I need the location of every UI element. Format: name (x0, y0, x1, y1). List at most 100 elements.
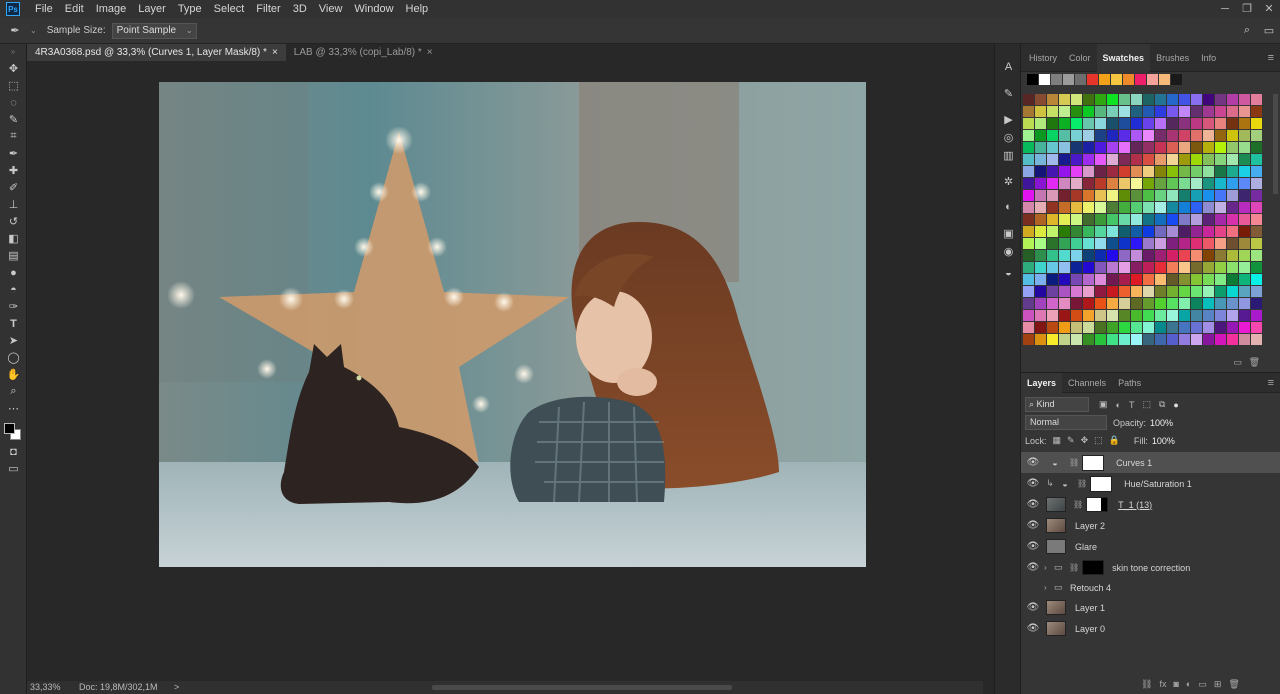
swatch[interactable] (1167, 334, 1178, 345)
swatch[interactable] (1083, 202, 1094, 213)
visibility-eye-icon[interactable]: 👁 (1022, 562, 1044, 573)
tab-document-1[interactable]: 4R3A0368.psd @ 33,3% (Curves 1, Layer Ma… (27, 44, 286, 61)
swatch[interactable] (1155, 310, 1166, 321)
swatch[interactable] (1179, 166, 1190, 177)
swatch[interactable] (1227, 322, 1238, 333)
color-swatches[interactable] (0, 417, 27, 443)
layer-row-hue-saturation-1[interactable]: 👁 ↳ ◒ ⛓ Hue/Saturation 1 (1021, 473, 1280, 494)
swatch[interactable] (1119, 214, 1130, 225)
swatch[interactable] (1191, 262, 1202, 273)
swatch[interactable] (1131, 130, 1142, 141)
swatch[interactable] (1203, 226, 1214, 237)
horizontal-scrollbar[interactable] (432, 685, 732, 690)
swatch[interactable] (1143, 94, 1154, 105)
swatch[interactable] (1023, 106, 1034, 117)
swatch[interactable] (1071, 190, 1082, 201)
swatch[interactable] (1215, 130, 1226, 141)
swatch[interactable] (1083, 250, 1094, 261)
visibility-eye-icon[interactable]: 👁 (1022, 602, 1044, 613)
swatch[interactable] (1191, 286, 1202, 297)
swatch[interactable] (1143, 262, 1154, 273)
swatch[interactable] (1239, 250, 1250, 261)
swatch[interactable] (1239, 214, 1250, 225)
swatch[interactable] (1143, 334, 1154, 345)
swatch[interactable] (1215, 214, 1226, 225)
swatch[interactable] (1143, 106, 1154, 117)
swatch[interactable] (1179, 238, 1190, 249)
swatch[interactable] (1095, 262, 1106, 273)
swatch[interactable] (1143, 322, 1154, 333)
swatch[interactable] (1059, 322, 1070, 333)
swatch[interactable] (1251, 310, 1262, 321)
swatch[interactable] (1227, 154, 1238, 165)
swatch[interactable] (1035, 154, 1046, 165)
swatch[interactable] (1023, 238, 1034, 249)
eraser-tool-icon[interactable]: ◧ (0, 230, 27, 247)
swatch[interactable] (1071, 130, 1082, 141)
swatch[interactable] (1191, 334, 1202, 345)
swatch[interactable] (1075, 74, 1086, 85)
swatch[interactable] (1155, 262, 1166, 273)
swatch[interactable] (1203, 178, 1214, 189)
swatch[interactable] (1071, 106, 1082, 117)
swatch[interactable] (1099, 74, 1110, 85)
swatch[interactable] (1083, 322, 1094, 333)
swatch[interactable] (1167, 214, 1178, 225)
swatch[interactable] (1071, 226, 1082, 237)
swatch[interactable] (1107, 310, 1118, 321)
swatch[interactable] (1119, 106, 1130, 117)
swatch[interactable] (1179, 94, 1190, 105)
foreground-color-icon[interactable] (4, 423, 15, 434)
swatch[interactable] (1203, 202, 1214, 213)
menu-3d[interactable]: 3D (287, 0, 313, 18)
swatch[interactable] (1203, 238, 1214, 249)
swatch[interactable] (1239, 202, 1250, 213)
swatch[interactable] (1083, 274, 1094, 285)
filter-adjustment-icon[interactable]: ◐ (1116, 400, 1121, 410)
swatch[interactable] (1047, 322, 1058, 333)
close-tab-icon[interactable]: × (427, 47, 433, 58)
swatch[interactable] (1155, 118, 1166, 129)
swatch[interactable] (1147, 74, 1158, 85)
swatch[interactable] (1107, 178, 1118, 189)
swatch[interactable] (1179, 226, 1190, 237)
swatch[interactable] (1155, 190, 1166, 201)
swatch[interactable] (1023, 118, 1034, 129)
swatch[interactable] (1071, 286, 1082, 297)
swatch[interactable] (1239, 334, 1250, 345)
swatch[interactable] (1239, 94, 1250, 105)
brush-tool-icon[interactable]: ✐ (0, 179, 27, 196)
swatch[interactable] (1107, 130, 1118, 141)
mask-link-icon[interactable]: ⛓ (1077, 479, 1087, 488)
swatch[interactable] (1047, 202, 1058, 213)
swatch[interactable] (1251, 238, 1262, 249)
quick-select-tool-icon[interactable]: ✎ (0, 111, 27, 128)
swatch[interactable] (1143, 286, 1154, 297)
swatch[interactable] (1095, 130, 1106, 141)
retouch-plugin-icon[interactable]: ◒ (995, 264, 1022, 282)
swatch[interactable] (1095, 250, 1106, 261)
swatch[interactable] (1047, 334, 1058, 345)
swatch[interactable] (1191, 130, 1202, 141)
tab-swatches[interactable]: Swatches (1096, 43, 1151, 72)
swatch[interactable] (1191, 250, 1202, 261)
swatch[interactable] (1179, 334, 1190, 345)
swatch[interactable] (1155, 238, 1166, 249)
swatch[interactable] (1107, 118, 1118, 129)
swatch[interactable] (1035, 298, 1046, 309)
swatch[interactable] (1023, 322, 1034, 333)
swatch[interactable] (1159, 74, 1170, 85)
swatch[interactable] (1035, 322, 1046, 333)
swatch[interactable] (1227, 130, 1238, 141)
swatch[interactable] (1119, 142, 1130, 153)
swatch[interactable] (1059, 262, 1070, 273)
swatch[interactable] (1203, 154, 1214, 165)
swatch[interactable] (1167, 250, 1178, 261)
timeline-icon[interactable]: ▥ (995, 146, 1022, 164)
swatch[interactable] (1203, 310, 1214, 321)
zoom-level[interactable]: 33,33% (30, 681, 61, 694)
swatch[interactable] (1035, 286, 1046, 297)
swatch[interactable] (1095, 238, 1106, 249)
swatch[interactable] (1251, 322, 1262, 333)
add-mask-icon[interactable]: ◙ (1173, 679, 1178, 690)
